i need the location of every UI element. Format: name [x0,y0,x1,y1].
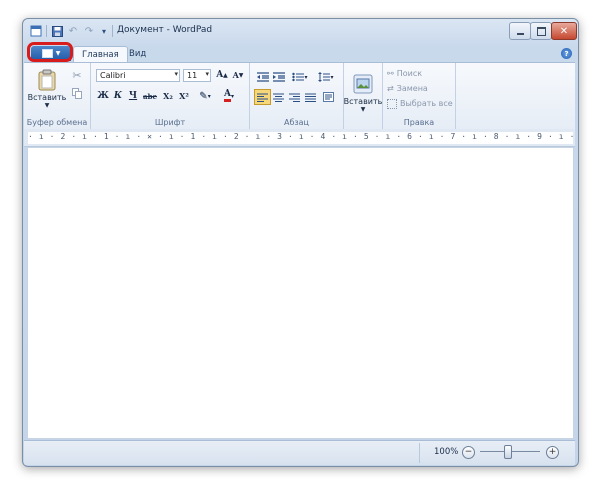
select-all-button[interactable]: Выбрать все [386,96,454,111]
clipboard-icon [38,69,56,91]
maximize-button[interactable] [530,22,552,40]
customize-toolbar-icon[interactable]: ▾ [97,24,111,38]
editing-group-label: Правка [403,118,435,127]
wordpad-window: ↶ ↷ ▾ Документ - WordPad ✕ ▼ Главная Вид… [22,18,579,467]
minimize-button[interactable] [509,22,531,40]
picture-icon [353,74,373,93]
increase-indent-icon[interactable] [270,69,287,85]
font-family-select[interactable]: Calibri ▾ [96,69,180,82]
group-editing: ⚯ Поиск ⇄ Замена Выбрать все Правка [383,63,456,129]
plus-icon: + [548,447,557,457]
font-size-value: 11 [187,71,198,80]
minimize-icon [516,32,524,35]
highlight-color-button[interactable]: ✎ ▾ [195,89,215,103]
paste-button[interactable]: Вставить ▼ [27,67,67,111]
chevron-down-icon: ▾ [230,92,234,100]
bold-button[interactable]: Ж [96,89,110,103]
chevron-down-icon: ▼ [360,105,366,113]
align-right-icon[interactable] [286,89,303,105]
zoom-in-button[interactable]: + [546,446,559,459]
help-icon[interactable]: ? [561,48,572,59]
ruler[interactable]: · ı · 2 · ı · 1 · ı · ✕ · ı · 1 · ı · 2 … [24,129,575,147]
zoom-out-button[interactable]: − [462,446,475,459]
chevron-down-icon: ▼ [44,102,50,109]
italic-button[interactable]: К [111,89,125,103]
font-size-select[interactable]: 11 ▾ [183,69,211,82]
bullet-list-icon[interactable]: ▾ [288,69,312,85]
tab-view[interactable]: Вид [121,46,154,62]
ruler-scale: · ı · 2 · ı · 1 · ı · ✕ · ı · 1 · ı · 2 … [28,132,575,144]
highlighter-icon: ✎ [199,90,208,102]
text-color-icon: A [224,90,231,102]
status-bar: 100% − + [24,440,575,465]
insert-label: Вставить [343,96,383,106]
chevron-down-icon: ▾ [207,92,211,100]
select-all-label: Выбрать все [400,99,453,108]
zoom-level[interactable]: 100% [434,447,458,457]
chevron-down-icon: ▾ [174,70,178,78]
group-clipboard: Вставить ▼ ✂ Буфер обмена [24,63,91,129]
ruler-ticks: · ı · 2 · ı · 1 · ı · ✕ · ı · 1 · ı · 2 … [28,132,575,141]
save-icon[interactable] [50,24,64,38]
ribbon-tabs: ▼ Главная Вид ? [23,42,578,63]
replace-button[interactable]: ⇄ Замена [386,81,429,96]
app-icon[interactable] [29,24,43,38]
group-paragraph: ▾ ▾ Абзац [250,63,344,129]
insert-button[interactable]: Вставить ▼ [343,67,383,119]
paste-label: Вставить [27,93,67,102]
group-insert: Вставить ▼ [344,63,383,129]
shrink-font-button[interactable]: A ▼ [231,68,245,82]
toolbar-divider [112,25,113,37]
justify-icon[interactable] [302,89,319,105]
font-family-value: Calibri [100,71,126,80]
title-bar: ↶ ↷ ▾ Документ - WordPad ✕ [23,19,578,45]
cut-icon[interactable]: ✂ [68,67,86,83]
close-button[interactable]: ✕ [551,22,577,40]
underline-button[interactable]: Ч [126,89,140,103]
clipboard-group-label: Буфер обмена [26,118,88,127]
subscript-button[interactable]: X₂ [161,89,175,103]
document-area[interactable] [27,147,574,439]
group-font: Calibri ▾ 11 ▾ A ▲ A ▼ Ж К Ч abe X₂ X² ✎ ▾ … [91,63,250,129]
decrease-indent-icon[interactable] [254,69,271,85]
annotation-highlight-ring [27,42,73,62]
copy-icon[interactable] [68,85,86,101]
find-label: Поиск [396,69,423,78]
ribbon: Вставить ▼ ✂ Буфер обмена Calibri ▾ 11 ▾… [24,62,575,130]
grow-font-button[interactable]: A ▲ [215,68,229,82]
maximize-icon [536,26,546,36]
paragraph-settings-icon[interactable] [320,89,337,105]
chevron-down-icon: ▾ [304,73,308,81]
close-icon: ✕ [559,25,569,37]
undo-icon[interactable]: ↶ [66,24,80,38]
find-button[interactable]: ⚯ Поиск [386,66,423,81]
align-center-icon[interactable] [270,89,287,105]
toolbar-divider [46,25,47,37]
chevron-down-icon: ▾ [205,70,209,78]
replace-label: Замена [396,84,428,93]
line-spacing-icon[interactable]: ▾ [314,69,338,85]
text-color-button[interactable]: A ▾ [218,89,240,103]
zoom-slider-thumb[interactable] [504,445,512,459]
replace-icon: ⇄ [387,84,394,93]
status-divider [419,443,420,463]
minus-icon: − [464,447,473,457]
paragraph-group-label: Абзац [283,118,309,127]
binoculars-icon: ⚯ [387,69,394,78]
tab-home[interactable]: Главная [73,46,128,63]
window-title: Документ - WordPad [117,25,213,35]
font-group-label: Шрифт [154,118,186,127]
superscript-button[interactable]: X² [177,89,191,103]
select-all-icon [387,98,397,109]
chevron-down-icon: ▾ [330,73,334,81]
strikethrough-button[interactable]: abe [141,89,159,103]
redo-icon[interactable]: ↷ [82,24,96,38]
align-left-icon[interactable] [254,89,271,105]
